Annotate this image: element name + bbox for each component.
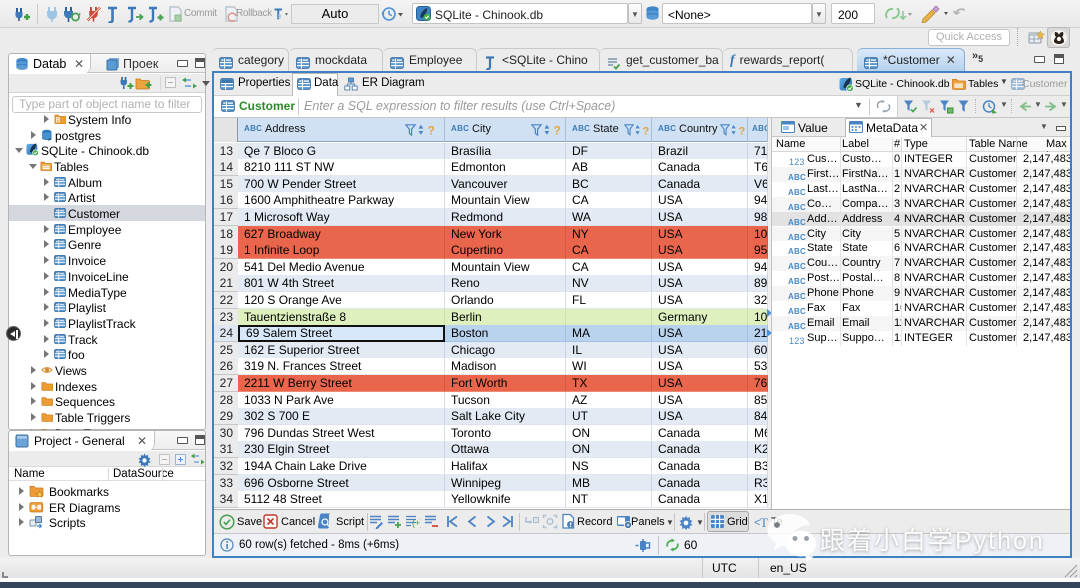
svg-text:?: ?: [428, 124, 435, 138]
svg-text:?: ?: [554, 124, 561, 138]
svg-text:?: ?: [739, 126, 746, 138]
svg-text:?: ?: [643, 126, 650, 138]
svg-text:(+): (+): [412, 518, 421, 528]
